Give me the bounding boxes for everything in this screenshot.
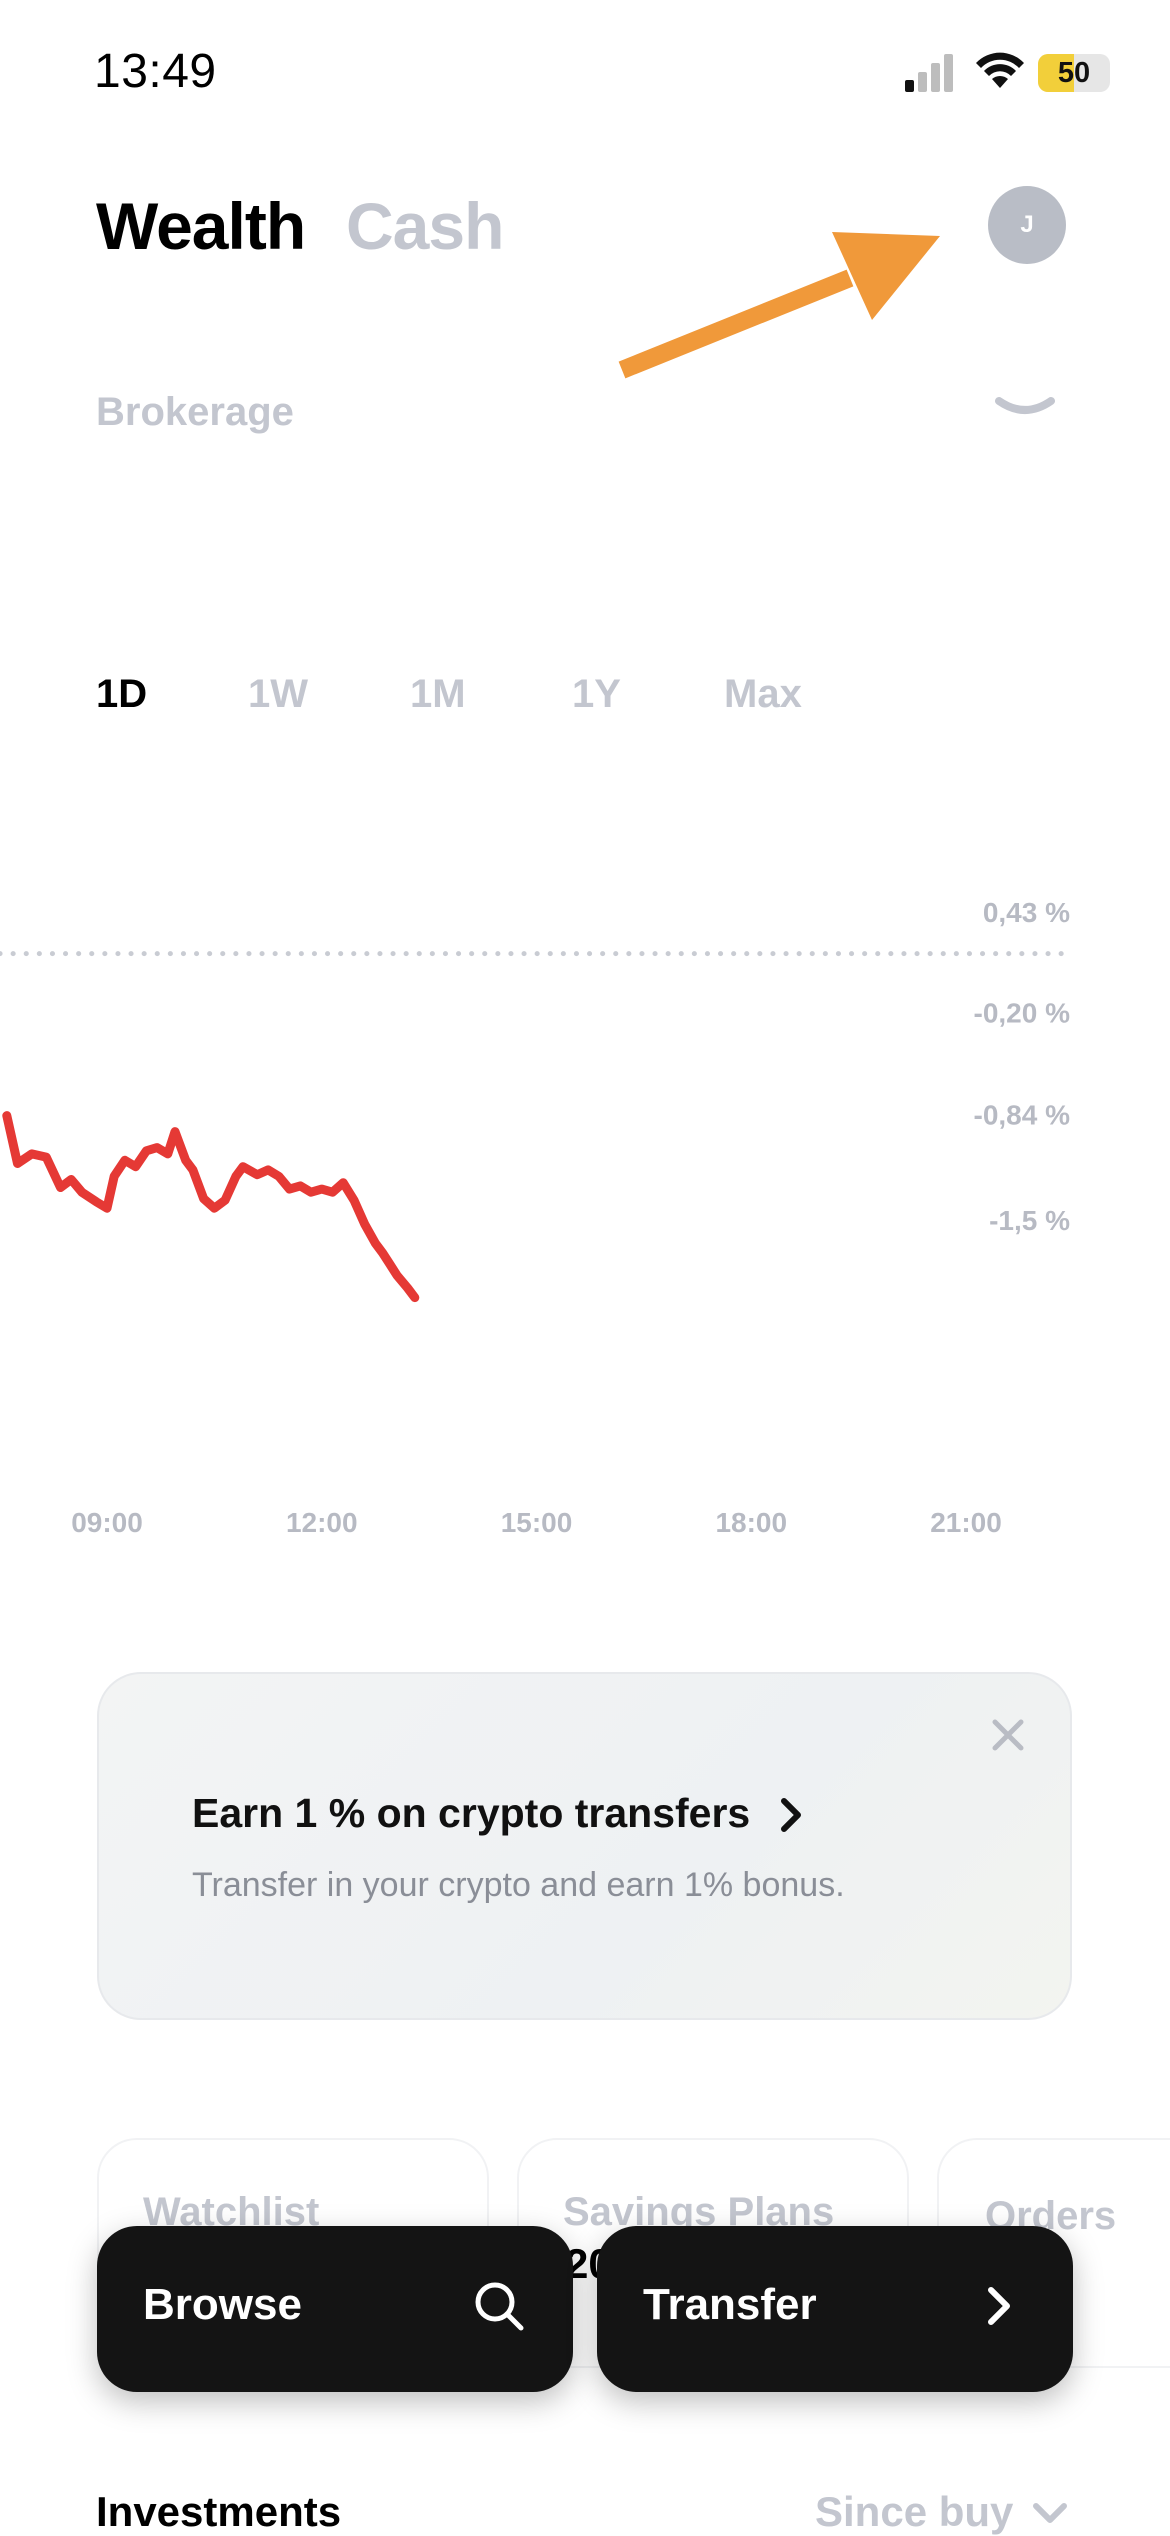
browse-button[interactable]: Browse xyxy=(97,2226,573,2392)
x-tick-label: 21:00 xyxy=(930,1507,1002,1538)
avatar[interactable]: J xyxy=(988,186,1066,264)
timeframe-1d[interactable]: 1D xyxy=(96,672,147,717)
account-selector-label[interactable]: Brokerage xyxy=(96,390,294,435)
transfer-label: Transfer xyxy=(643,2280,817,2329)
series-line xyxy=(2,1111,420,1303)
investments-title: Investments xyxy=(96,2488,342,2535)
wifi-icon xyxy=(976,52,1024,88)
y-tick-label: -0,20 % xyxy=(974,998,1071,1029)
performance-chart[interactable]: 0,43 % -0,20 % -0,84 % -1,5 % 09:00 12:00 15:0… xyxy=(0,860,1170,1540)
y-tick-label: -1,5 % xyxy=(989,1205,1070,1236)
chevron-right-icon xyxy=(988,2287,1010,2325)
timeframe-1y[interactable]: 1Y xyxy=(572,672,621,717)
x-tick-label: 09:00 xyxy=(71,1507,143,1538)
tab-wealth[interactable]: Wealth xyxy=(96,188,306,264)
timeframe-max[interactable]: Max xyxy=(724,672,802,717)
x-tick-label: 15:00 xyxy=(501,1507,573,1538)
y-tick-label: -0,84 % xyxy=(974,1100,1071,1131)
chevron-down-icon[interactable] xyxy=(1030,2500,1070,2526)
transfer-button[interactable]: Transfer xyxy=(597,2226,1073,2392)
tab-cash[interactable]: Cash xyxy=(346,188,504,264)
x-tick-label: 12:00 xyxy=(286,1507,358,1538)
timeframe-1m[interactable]: 1M xyxy=(410,672,466,717)
x-tick-label: 18:00 xyxy=(715,1507,787,1538)
close-icon[interactable] xyxy=(983,1710,1033,1760)
battery-level: 50 xyxy=(1057,57,1091,89)
promo-title[interactable]: Earn 1 % on crypto transfers xyxy=(192,1790,750,1837)
promo-subtitle: Transfer in your crypto and earn 1% bonu… xyxy=(192,1866,845,1904)
timeframe-1w[interactable]: 1W xyxy=(248,672,308,717)
battery-indicator: 50 xyxy=(1038,54,1110,92)
y-tick-label: 0,43 % xyxy=(983,897,1070,928)
status-time: 13:49 xyxy=(94,45,217,98)
promo-card[interactable] xyxy=(97,1672,1072,2020)
annotation-arrow-icon xyxy=(618,232,940,379)
chevron-down-icon[interactable] xyxy=(995,395,1055,425)
browse-label: Browse xyxy=(143,2280,302,2329)
chevron-right-icon xyxy=(781,1798,801,1832)
search-icon xyxy=(475,2282,524,2331)
cell-signal-icon xyxy=(905,54,953,92)
sort-selector[interactable]: Since buy xyxy=(815,2488,1013,2536)
